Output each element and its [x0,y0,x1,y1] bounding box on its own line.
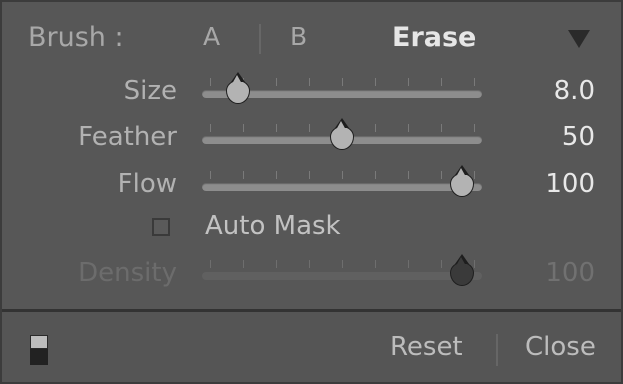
slider-tick [375,124,376,132]
slider-tick [309,171,310,179]
feather-slider-row: Feather 50 [2,118,621,158]
slider-tick [474,78,475,86]
slider-tick [309,78,310,86]
flow-value[interactable]: 100 [545,169,595,199]
slider-tick [474,124,475,132]
density-slider-thumb [450,254,475,286]
reset-button[interactable]: Reset [390,332,463,362]
slider-tick [210,78,211,86]
slider-tick [441,260,442,268]
slider-tick [309,260,310,268]
slider-tick [375,260,376,268]
brush-panel: Brush : A B Erase Size 8.0 Feather 50 Fl… [0,0,623,384]
brush-label: Brush : [28,22,124,53]
density-value: 100 [545,258,595,288]
slider-tick [375,171,376,179]
density-slider-track [202,272,482,280]
size-slider-thumb[interactable] [226,72,251,104]
slider-tick [342,260,343,268]
density-ticks [202,260,482,268]
flow-ticks [202,171,482,179]
brush-a-option[interactable]: A [203,22,220,51]
auto-mask-row: Auto Mask [2,208,621,248]
feather-label: Feather [78,122,177,152]
slider-tick [276,124,277,132]
slider-tick [441,124,442,132]
feather-value[interactable]: 50 [562,122,595,152]
flow-slider-thumb[interactable] [450,165,475,197]
slider-tick [210,260,211,268]
slider-tick [276,171,277,179]
slider-tick [243,124,244,132]
size-slider-row: Size 8.0 [2,72,621,112]
slider-tick [408,124,409,132]
slider-tick [243,260,244,268]
slider-tick [342,78,343,86]
panel-switch-icon[interactable] [30,335,48,365]
slider-tick [441,171,442,179]
slider-tick [243,171,244,179]
slider-tick [375,78,376,86]
density-slider-row: Density 100 [2,254,621,294]
slider-tick [408,260,409,268]
slider-tick [276,78,277,86]
slider-tick [408,78,409,86]
slider-tick [276,260,277,268]
feather-slider-thumb[interactable] [330,118,354,150]
slider-tick [408,171,409,179]
slider-tick [474,171,475,179]
flow-slider-row: Flow 100 [2,165,621,205]
panel-footer: Reset Close [2,312,621,382]
flow-label: Flow [117,169,177,199]
slider-tick [441,78,442,86]
size-value[interactable]: 8.0 [554,76,595,106]
slider-tick [342,171,343,179]
flow-slider-track[interactable] [202,183,482,191]
footer-button-divider [496,334,498,366]
slider-tick [309,124,310,132]
slider-tick [474,260,475,268]
brush-b-option[interactable]: B [290,22,307,51]
density-label: Density [78,258,177,288]
triangle-down-icon[interactable] [568,30,590,48]
size-label: Size [123,76,177,106]
auto-mask-checkbox[interactable] [152,218,170,236]
close-button[interactable]: Close [525,332,596,362]
brush-erase-option[interactable]: Erase [392,22,476,53]
brush-option-divider [259,24,261,54]
slider-tick [210,171,211,179]
auto-mask-label[interactable]: Auto Mask [205,211,341,241]
slider-tick [210,124,211,132]
